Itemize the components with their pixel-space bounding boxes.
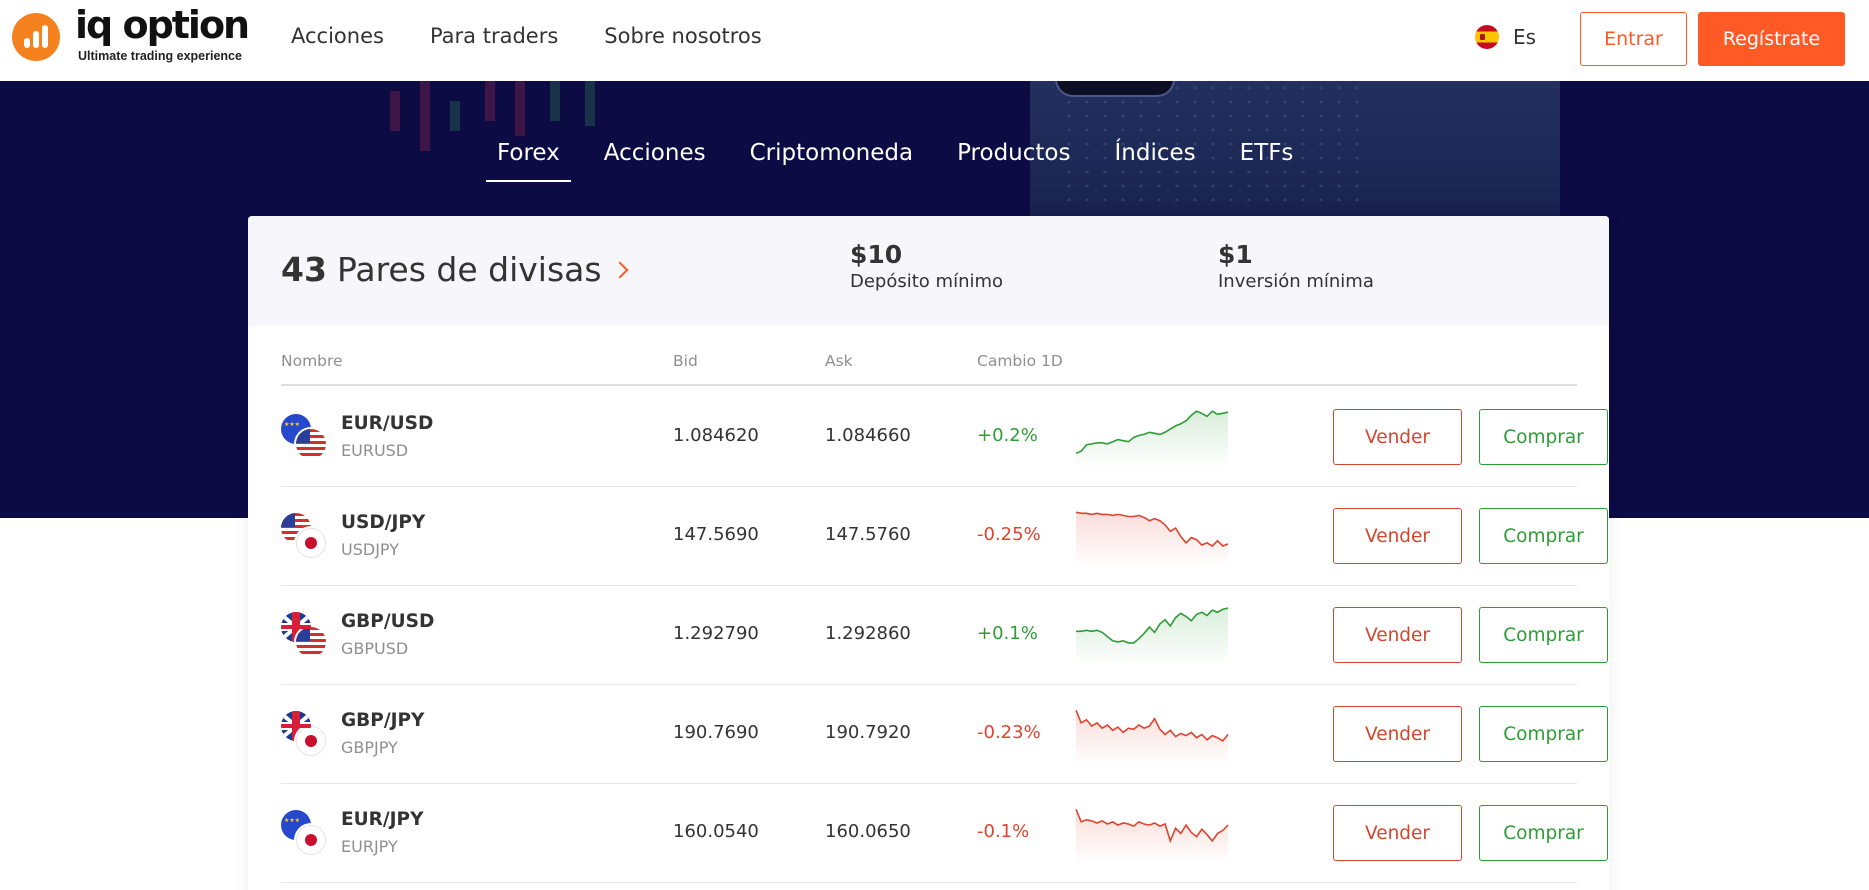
market-tabs: Forex Acciones Criptomoneda Productos Ín… (486, 140, 1326, 182)
column-header-change: Cambio 1D (977, 352, 1063, 370)
min-investment-stat: $1 Inversión mínima (1218, 240, 1374, 292)
currency-flags (281, 612, 327, 658)
sparkline-area (1076, 411, 1228, 468)
buy-button[interactable]: Comprar (1479, 409, 1608, 465)
us-flag-icon (296, 429, 326, 459)
sparkline-area (1076, 809, 1228, 864)
ask-value: 1.084660 (825, 425, 911, 446)
summary-panel: 43 Pares de divisas $10 Depósito mínimo … (248, 216, 1609, 326)
buy-button[interactable]: Comprar (1479, 706, 1608, 762)
phone-image (1055, 81, 1175, 97)
pair-code: GBPJPY (341, 738, 398, 757)
pairs-label: Pares de divisas (336, 250, 602, 289)
pair-name: EUR/USD (341, 413, 434, 434)
ask-value: 1.292860 (825, 623, 911, 644)
register-button[interactable]: Regístrate (1698, 12, 1845, 66)
tab-indices[interactable]: Índices (1103, 140, 1206, 182)
change-value: -0.23% (977, 722, 1041, 743)
pair-name: GBP/JPY (341, 710, 425, 731)
ask-value: 190.7920 (825, 722, 911, 743)
sell-button[interactable]: Vender (1333, 805, 1462, 861)
chevron-right-icon (611, 261, 629, 279)
min-investment-value: $1 (1218, 240, 1253, 269)
jp-flag-icon (296, 528, 326, 558)
language-label: Es (1513, 25, 1537, 49)
table-row[interactable]: USD/JPY USDJPY 147.5690 147.5760 -0.25% Vende… (281, 487, 1608, 586)
tab-etfs[interactable]: ETFs (1229, 140, 1305, 182)
min-investment-label: Inversión mínima (1218, 271, 1374, 292)
tab-forex[interactable]: Forex (486, 140, 571, 182)
min-deposit-label: Depósito mínimo (850, 271, 1004, 292)
pair-name: EUR/JPY (341, 809, 424, 830)
sell-button[interactable]: Vender (1333, 508, 1462, 564)
bid-value: 1.084620 (673, 425, 759, 446)
tab-criptomoneda[interactable]: Criptomoneda (739, 140, 925, 182)
nav-item-sobre-nosotros[interactable]: Sobre nosotros (604, 24, 761, 48)
change-value: -0.1% (977, 821, 1030, 842)
spain-flag-icon (1475, 25, 1499, 49)
sparkline-chart (1075, 410, 1229, 468)
language-selector[interactable]: Es (1475, 25, 1536, 49)
pairs-count: 43 (281, 250, 327, 289)
logo-icon (12, 13, 60, 61)
sell-button[interactable]: Vender (1333, 706, 1462, 762)
table-row[interactable]: EUR/USD EURUSD 1.084620 1.084660 +0.2% Vender… (281, 388, 1608, 487)
sparkline-chart (1075, 709, 1229, 765)
brand-tagline: Ultimate trading experience (78, 49, 242, 63)
table-row[interactable]: GBP/JPY GBPJPY 190.7690 190.7920 -0.23% Vende… (281, 685, 1608, 784)
currency-flags (281, 711, 327, 757)
table-row[interactable]: EUR/JPY EURJPY 160.0540 160.0650 -0.1% Vender… (281, 784, 1608, 883)
buy-button[interactable]: Comprar (1479, 607, 1608, 663)
main-nav: Acciones Para traders Sobre nosotros (291, 24, 762, 48)
sparkline-chart (1076, 607, 1229, 666)
sell-button[interactable]: Vender (1333, 409, 1462, 465)
pair-code: USDJPY (341, 540, 399, 559)
pair-name: GBP/USD (341, 611, 435, 632)
bid-value: 147.5690 (673, 524, 759, 545)
ask-value: 160.0650 (825, 821, 911, 842)
min-deposit-value: $10 (850, 240, 903, 269)
pair-code: EURUSD (341, 441, 409, 460)
pairs-count-link[interactable]: 43 Pares de divisas (281, 250, 629, 289)
pair-name: USD/JPY (341, 512, 426, 533)
currency-flags (281, 810, 327, 856)
jp-flag-icon (296, 825, 326, 855)
pair-code: EURJPY (341, 837, 398, 856)
us-flag-icon (296, 627, 326, 657)
currency-flags (281, 414, 327, 460)
login-button[interactable]: Entrar (1580, 12, 1687, 66)
column-header-name: Nombre (281, 352, 343, 370)
table-row[interactable]: GBP/USD GBPUSD 1.292790 1.292860 +0.1% Vender… (281, 586, 1608, 685)
min-deposit-stat: $10 Depósito mínimo (850, 240, 1003, 292)
brand-name: iq option (75, 3, 250, 47)
ask-value: 147.5760 (825, 524, 911, 545)
nav-item-para-traders[interactable]: Para traders (430, 24, 558, 48)
column-header-bid: Bid (673, 352, 698, 370)
nav-item-acciones[interactable]: Acciones (291, 24, 384, 48)
sell-button[interactable]: Vender (1333, 607, 1462, 663)
bid-value: 190.7690 (673, 722, 759, 743)
sparkline-area (1076, 608, 1228, 666)
column-header-ask: Ask (825, 352, 853, 370)
buy-button[interactable]: Comprar (1479, 508, 1608, 564)
sparkline-chart (1075, 511, 1229, 567)
bid-value: 1.292790 (673, 623, 759, 644)
top-header: iq option Ultimate trading experience Ac… (0, 0, 1869, 81)
forex-card: 43 Pares de divisas $10 Depósito mínimo … (248, 216, 1609, 890)
tab-acciones[interactable]: Acciones (593, 140, 717, 182)
currency-flags (281, 513, 327, 559)
tab-productos[interactable]: Productos (946, 140, 1081, 182)
pair-code: GBPUSD (341, 639, 409, 658)
change-value: -0.25% (977, 524, 1041, 545)
jp-flag-icon (296, 726, 326, 756)
buy-button[interactable]: Comprar (1479, 805, 1608, 861)
change-value: +0.2% (977, 425, 1038, 446)
sparkline-chart (1075, 808, 1229, 864)
change-value: +0.1% (977, 623, 1038, 644)
table-header: Nombre Bid Ask Cambio 1D (281, 352, 1577, 386)
bid-value: 160.0540 (673, 821, 759, 842)
